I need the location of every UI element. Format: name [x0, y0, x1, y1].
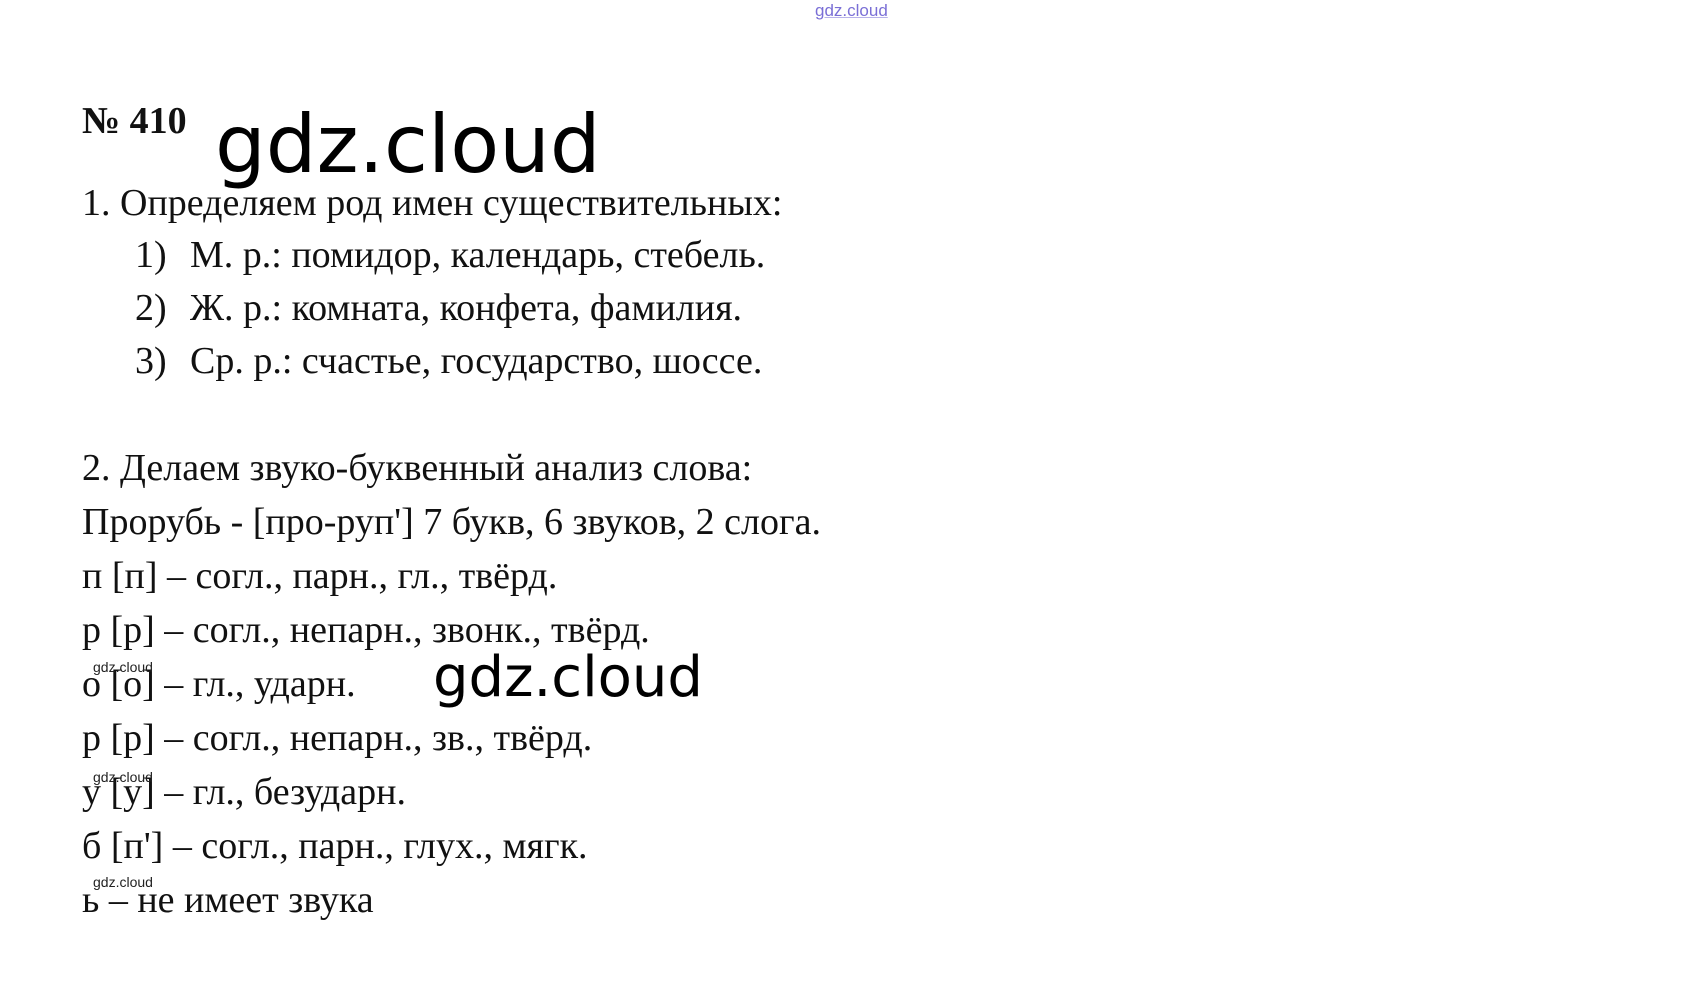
section1-heading: 1. Определяем род имен существительных:: [82, 182, 783, 224]
watermark-top: gdz.cloud: [815, 1, 888, 20]
item-text: Ср. р.: счастье, государство, шоссе.: [190, 340, 763, 382]
word-analysis-line: Прорубь - [про-руп'] 7 букв, 6 звуков, 2…: [82, 501, 821, 543]
letter-analysis-row: б [п'] – согл., парн., глух., мягк.: [82, 825, 588, 867]
item-text: М. р.: помидор, календарь, стебель.: [190, 234, 766, 276]
item-number: 3): [135, 340, 167, 382]
watermark-middle: gdz.cloud: [433, 645, 703, 710]
letter-analysis-row: р [р] – согл., непарн., звонк., твёрд.: [82, 609, 650, 651]
watermark-small: gdz.cloud: [93, 769, 153, 785]
item-number: 1): [135, 234, 167, 276]
watermark-small: gdz.cloud: [93, 659, 153, 675]
item-number: 2): [135, 287, 167, 329]
watermark-large: gdz.cloud: [215, 98, 601, 191]
letter-analysis-row: п [п] – согл., парн., гл., твёрд.: [82, 555, 558, 597]
letter-analysis-row: р [р] – согл., непарн., зв., твёрд.: [82, 717, 593, 759]
item-text: Ж. р.: комната, конфета, фамилия.: [190, 287, 743, 329]
section1-item: 2) Ж. р.: комната, конфета, фамилия.: [135, 289, 742, 327]
section2-heading: 2. Делаем звуко-буквенный анализ слова:: [82, 447, 753, 489]
exercise-number: № 410: [82, 100, 187, 142]
watermark-small: gdz.cloud: [93, 874, 153, 890]
section1-item: 1) М. р.: помидор, календарь, стебель.: [135, 236, 765, 274]
section1-item: 3) Ср. р.: счастье, государство, шоссе.: [135, 342, 762, 380]
